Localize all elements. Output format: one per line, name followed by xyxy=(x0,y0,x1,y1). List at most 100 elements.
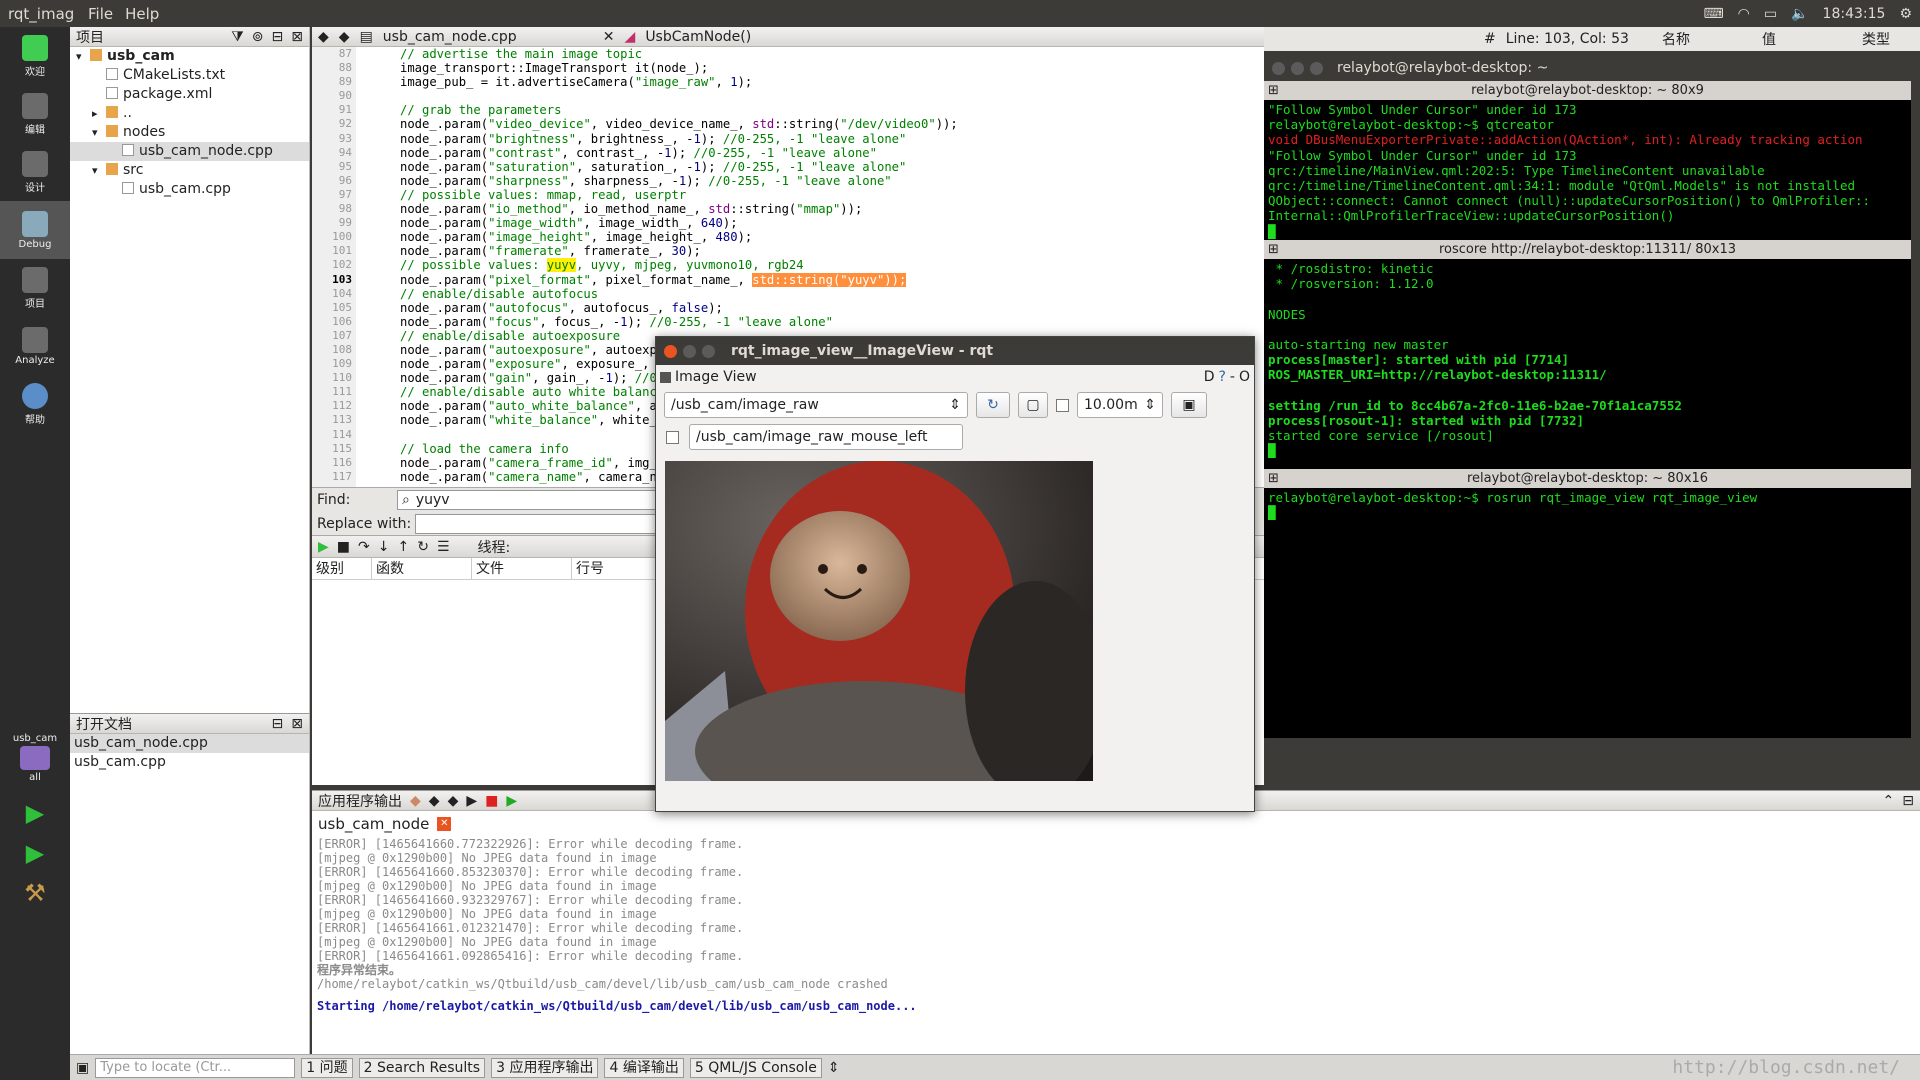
split-icon[interactable]: ⊟ xyxy=(272,29,284,45)
close-plugin-icon[interactable]: O xyxy=(1239,369,1250,385)
max-range-spinner[interactable]: 10.00m ⇕ xyxy=(1077,392,1163,418)
tab-compile-output[interactable]: 4 编译输出 xyxy=(604,1057,684,1078)
mode-debug[interactable]: Debug xyxy=(0,201,70,259)
minimize-window-icon[interactable] xyxy=(683,344,696,358)
symbol-selector[interactable]: UsbCamNode() xyxy=(645,29,945,45)
debug-run-button[interactable]: ▶ xyxy=(0,833,70,873)
zoom-fit-button[interactable]: ▢ xyxy=(1018,392,1048,418)
restart-icon[interactable]: ↻ xyxy=(417,539,429,555)
column-header[interactable]: 级别 xyxy=(312,558,372,579)
log-line: [ERROR] [1465641661.092865416]: Error wh… xyxy=(317,949,744,963)
tree-item[interactable]: ▾ nodes xyxy=(70,123,309,142)
dynamic-range-checkbox[interactable] xyxy=(1056,398,1069,412)
step-over-icon[interactable]: ↷ xyxy=(358,539,370,555)
volume-icon[interactable]: 🔈 xyxy=(1791,6,1808,22)
kit-selector[interactable]: usb_cam all xyxy=(0,723,70,793)
terminal-pane[interactable]: relaybot@relaybot-desktop:~$ rosrun rqt_… xyxy=(1264,488,1911,738)
filter-icon[interactable]: ⧩ xyxy=(231,29,244,45)
mode-design[interactable]: 设计 xyxy=(0,143,70,201)
open-doc-item[interactable]: usb_cam_node.cpp xyxy=(70,734,309,753)
close-window-icon[interactable] xyxy=(664,344,677,358)
close-icon[interactable]: ⊠ xyxy=(291,29,303,45)
stop-icon[interactable]: ■ xyxy=(485,793,498,809)
toggle-sidebar-icon[interactable]: ▣ xyxy=(76,1060,89,1076)
camera-image[interactable] xyxy=(665,461,1093,781)
list-icon[interactable]: ☰ xyxy=(437,539,450,555)
close-window-icon[interactable] xyxy=(1272,61,1285,75)
build-button[interactable]: ⚒ xyxy=(0,873,70,913)
battery-icon[interactable]: ▭ xyxy=(1764,6,1777,22)
clock[interactable]: 18:43:15 xyxy=(1823,6,1886,22)
tree-item-label: .. xyxy=(123,105,132,121)
menu-help[interactable]: Help xyxy=(119,5,165,23)
output-tab[interactable]: usb_cam_node xyxy=(318,815,429,833)
attach-icon[interactable]: ▶ xyxy=(506,793,517,809)
output-log[interactable]: [ERROR] [1465641660.772322926]: Error wh… xyxy=(312,837,1920,1013)
nav-forward-icon[interactable]: ◆ xyxy=(339,29,350,45)
gear-icon[interactable]: ⚙ xyxy=(1899,6,1912,22)
refresh-button[interactable]: ↻ xyxy=(976,392,1010,418)
tab-search-results[interactable]: 2 Search Results xyxy=(358,1057,486,1078)
topic-select[interactable]: /usb_cam/image_raw ⇕ xyxy=(664,392,968,418)
continue-icon[interactable]: ▶ xyxy=(318,539,329,555)
step-out-icon[interactable]: ↑ xyxy=(397,539,409,555)
dock-icon[interactable]: D xyxy=(1204,369,1215,385)
save-image-button[interactable]: ▣ xyxy=(1171,392,1207,418)
stop-icon[interactable]: ■ xyxy=(337,539,350,555)
publish-click-checkbox[interactable] xyxy=(666,430,679,444)
close-tab-icon[interactable]: ✕ xyxy=(437,817,452,831)
expand-arrow-icon[interactable]: ▾ xyxy=(76,47,90,66)
maximize-window-icon[interactable] xyxy=(702,344,715,358)
help-icon[interactable]: ? xyxy=(1218,369,1225,385)
mode-help[interactable]: 帮助 xyxy=(0,375,70,433)
terminal-pane[interactable]: "Follow Symbol Under Cursor" under id 17… xyxy=(1264,100,1911,240)
column-header[interactable]: 函数 xyxy=(372,558,472,579)
mode-project[interactable]: 项目 xyxy=(0,259,70,317)
column-header[interactable]: 文件 xyxy=(472,558,572,579)
tab-app-output[interactable]: 3 应用程序输出 xyxy=(491,1057,599,1078)
more-tabs-icon[interactable]: ⇕ xyxy=(828,1060,840,1076)
tree-item[interactable]: CMakeLists.txt xyxy=(70,66,309,85)
mode-welcome[interactable]: 欢迎 xyxy=(0,27,70,85)
expand-arrow-icon[interactable]: ▾ xyxy=(92,123,106,142)
column-header[interactable]: 值 xyxy=(1756,29,1856,49)
run-icon[interactable]: ▶ xyxy=(466,793,477,809)
tree-item[interactable]: usb_cam.cpp xyxy=(70,180,309,199)
tree-item[interactable]: ▾ usb_cam xyxy=(70,47,309,66)
run-button[interactable]: ▶ xyxy=(0,793,70,833)
close-icon[interactable]: ⊟ xyxy=(1902,793,1914,809)
minimize-plugin-icon[interactable]: - xyxy=(1230,369,1235,385)
maximize-icon[interactable]: ⌃ xyxy=(1883,793,1895,809)
menu-file[interactable]: File xyxy=(82,5,119,23)
tab-qml-console[interactable]: 5 QML/JS Console xyxy=(689,1057,822,1078)
wifi-icon[interactable]: ◠ xyxy=(1738,6,1750,22)
open-doc-item[interactable]: usb_cam.cpp xyxy=(70,753,309,772)
expand-arrow-icon[interactable]: ▸ xyxy=(92,104,106,123)
keyboard-icon[interactable]: ⌨ xyxy=(1703,6,1723,22)
step-into-icon[interactable]: ↓ xyxy=(378,539,390,555)
terminal-pane[interactable]: * /rosdistro: kinetic * /rosversion: 1.1… xyxy=(1264,259,1911,469)
mouse-topic-input[interactable]: /usb_cam/image_raw_mouse_left xyxy=(689,424,963,450)
tree-item[interactable]: package.xml xyxy=(70,85,309,104)
tab-issues[interactable]: 1 问题 xyxy=(301,1057,353,1078)
tree-item[interactable]: ▾ src xyxy=(70,161,309,180)
close-icon[interactable]: ⊠ xyxy=(291,716,303,732)
minimize-window-icon[interactable] xyxy=(1291,61,1304,75)
tree-item[interactable]: usb_cam_node.cpp xyxy=(70,142,309,161)
column-header[interactable]: 名称 xyxy=(1656,29,1756,49)
expand-arrow-icon[interactable]: ▾ xyxy=(92,161,106,180)
tree-item[interactable]: ▸.. xyxy=(70,104,309,123)
file-selector[interactable]: usb_cam_node.cpp xyxy=(383,29,593,45)
column-header[interactable]: 类型 xyxy=(1856,29,1916,49)
close-file-icon[interactable]: ✕ xyxy=(603,29,615,45)
mode-edit[interactable]: 编辑 xyxy=(0,85,70,143)
split-icon[interactable]: ⊟ xyxy=(272,716,284,732)
clear-icon[interactable]: ◆ xyxy=(410,793,421,809)
locator-input[interactable]: Type to locate (Ctr... xyxy=(95,1057,296,1078)
next-icon[interactable]: ◆ xyxy=(448,793,459,809)
mode-analyze[interactable]: Analyze xyxy=(0,317,70,375)
prev-icon[interactable]: ◆ xyxy=(429,793,440,809)
nav-back-icon[interactable]: ◆ xyxy=(318,29,329,45)
link-icon[interactable]: ⊚ xyxy=(252,29,264,45)
maximize-window-icon[interactable] xyxy=(1310,61,1323,75)
